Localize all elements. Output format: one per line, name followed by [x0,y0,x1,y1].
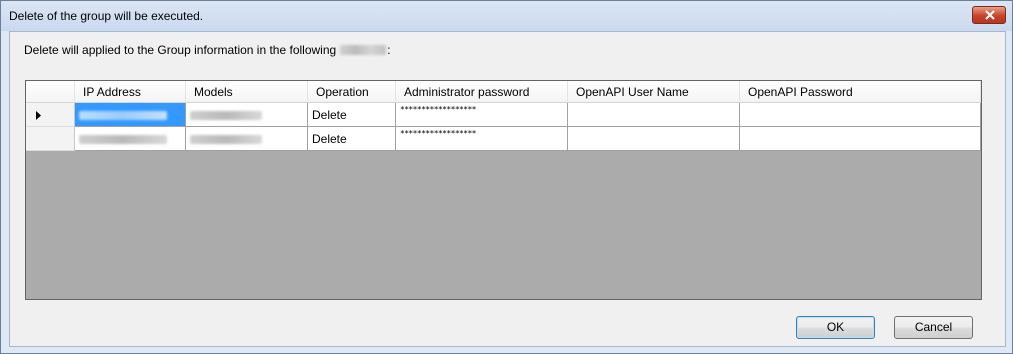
header-admin-password[interactable]: Administrator password [396,81,568,103]
title-bar[interactable]: Delete of the group will be executed. [1,1,1012,31]
cancel-button[interactable]: Cancel [894,316,973,339]
cell-operation[interactable]: Delete [308,127,396,151]
row-pointer-icon [36,111,41,120]
cell-openapi-user[interactable] [568,127,740,151]
cell-openapi-password[interactable] [740,127,981,151]
header-openapi-user[interactable]: OpenAPI User Name [568,81,740,103]
dialog-body: Delete will applied to the Group informa… [9,31,1006,347]
window-title: Delete of the group will be executed. [9,9,204,23]
grid-header: IP Address Models Operation Administrato… [26,81,981,103]
cell-openapi-user[interactable] [568,103,740,127]
redacted-ip [79,111,167,121]
group-grid[interactable]: IP Address Models Operation Administrato… [25,80,982,300]
cell-ip-address[interactable] [75,127,186,151]
message-text: Delete will applied to the Group informa… [24,43,391,57]
redacted-group-name [340,45,387,55]
header-openapi-password[interactable]: OpenAPI Password [740,81,981,103]
header-ip-address[interactable]: IP Address [75,81,186,103]
header-models[interactable]: Models [186,81,308,103]
header-operation[interactable]: Operation [308,81,396,103]
cell-ip-address[interactable] [75,103,186,127]
close-button[interactable] [972,6,1006,24]
table-row[interactable]: Delete ****************** [26,127,981,151]
cell-models[interactable] [186,103,308,127]
row-header[interactable] [26,103,75,127]
message-prefix: Delete will applied to the Group informa… [24,43,337,57]
cell-models[interactable] [186,127,308,151]
redacted-model [190,111,262,121]
table-row[interactable]: Delete ****************** [26,103,981,127]
redacted-ip [79,135,167,145]
ok-button[interactable]: OK [796,316,875,339]
close-icon [985,10,995,20]
cell-operation[interactable]: Delete [308,103,396,127]
message-suffix: : [387,43,391,57]
cell-admin-password[interactable]: ****************** [396,127,568,151]
cell-admin-password[interactable]: ****************** [396,103,568,127]
header-corner [26,81,75,103]
cell-openapi-password[interactable] [740,103,981,127]
row-header[interactable] [26,127,75,151]
dialog-window: Delete of the group will be executed. De… [0,0,1013,354]
redacted-model [190,135,262,145]
